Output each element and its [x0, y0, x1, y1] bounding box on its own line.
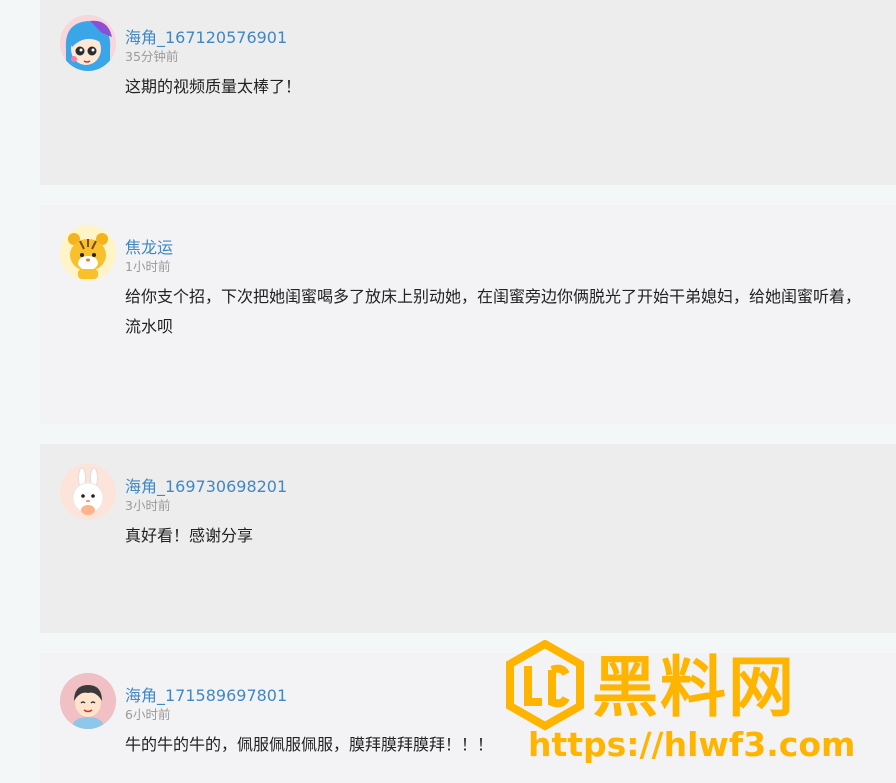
comment-content-line: 给你支个招，下次把她闺蜜喝多了放床上别动她，在闺蜜旁边你俩脱光了开始干弟媳妇，给…	[125, 287, 862, 306]
comment-username[interactable]: 海角_169730698201	[125, 473, 287, 497]
comment-item: 海角_169730698201 3小时前 真好看！感谢分享	[40, 444, 896, 633]
watermark-url: https://hlwf3.com	[528, 725, 856, 764]
comment-item: 焦龙运 1小时前 给你支个招，下次把她闺蜜喝多了放床上别动她，在闺蜜旁边你俩脱光…	[40, 205, 896, 424]
comment-item: 海角_167120576901 35分钟前 这期的视频质量太棒了！	[40, 0, 896, 185]
watermark-title: 黑料网	[592, 649, 796, 726]
comment-username[interactable]: 焦龙运	[125, 234, 173, 258]
anime-girl-avatar-icon[interactable]	[60, 15, 116, 71]
boy-avatar-icon[interactable]	[60, 673, 116, 729]
comment-time: 35分钟前	[125, 49, 179, 64]
comment-content: 这期的视频质量太棒了！	[125, 77, 302, 96]
comment-time: 6小时前	[125, 707, 171, 722]
watermark-logo-icon	[506, 640, 584, 731]
watermark: 黑料网 https://hlwf3.com	[506, 640, 896, 777]
comment-username[interactable]: 海角_167120576901	[125, 24, 287, 48]
comment-content-line: 流水呗	[125, 317, 174, 336]
bunny-avatar-icon[interactable]	[60, 464, 116, 520]
comment-content: 真好看！感谢分享	[125, 526, 254, 545]
comment-username[interactable]: 海角_171589697801	[125, 682, 287, 706]
tiger-avatar-icon[interactable]	[60, 225, 116, 281]
comment-time: 1小时前	[125, 259, 171, 274]
comment-time: 3小时前	[125, 498, 171, 513]
